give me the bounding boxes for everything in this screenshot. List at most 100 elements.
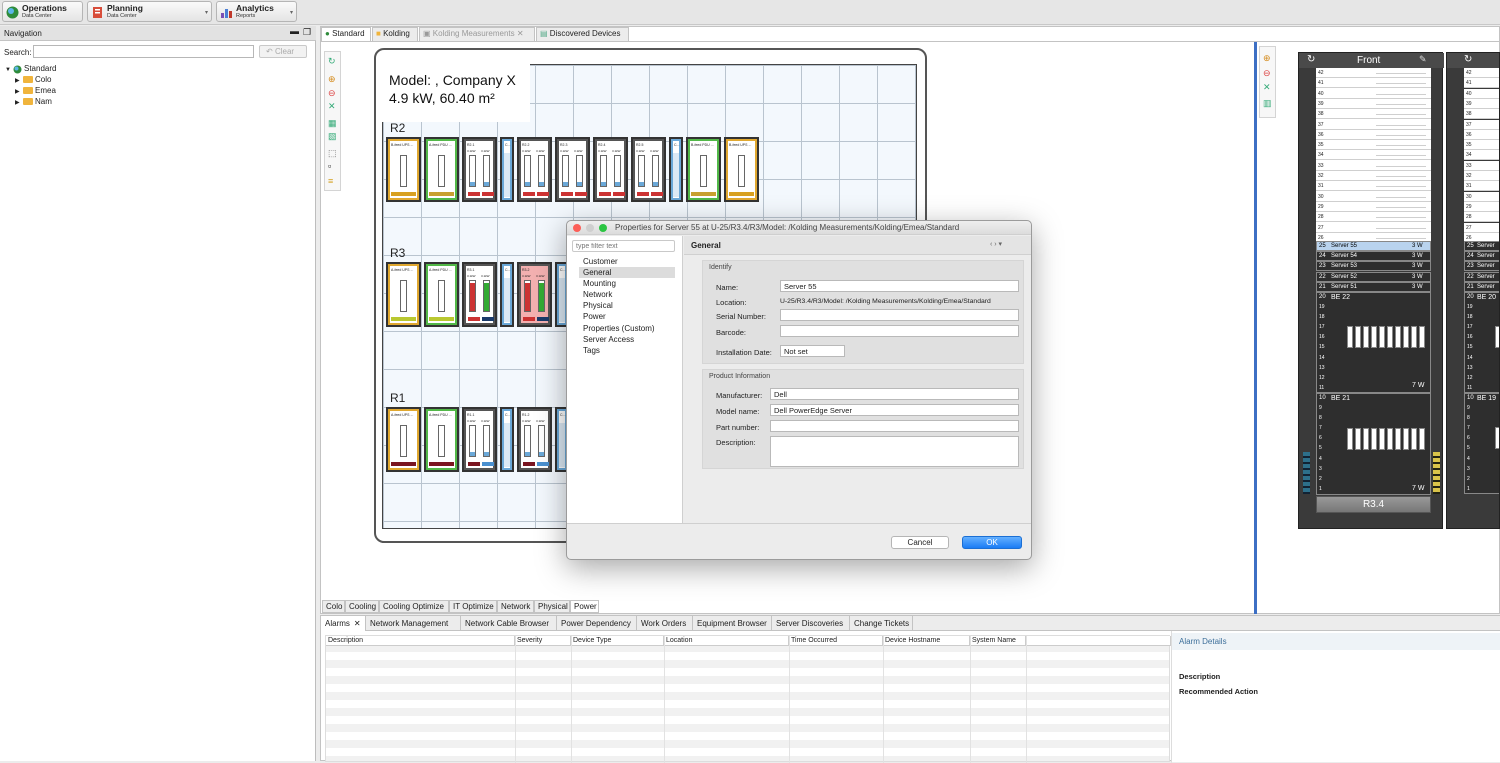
installation-date-field[interactable]: Not set — [780, 345, 845, 357]
rack-unit[interactable]: 41 — [1464, 78, 1499, 89]
view-tab-cooling[interactable]: Cooling — [345, 600, 379, 613]
expand-icon[interactable]: ▶ — [15, 100, 20, 106]
rack-server[interactable]: 25 Server — [1464, 241, 1499, 251]
bottom-tab-power-dependency[interactable]: Power Dependency — [557, 616, 637, 631]
floor-rack[interactable]: C... — [500, 137, 514, 202]
floor-rack[interactable]: R3.2 3.1kW 3.1kW — [517, 262, 552, 327]
rack-server[interactable]: 24 Server — [1464, 251, 1499, 262]
rack-unit[interactable]: 35 — [1464, 140, 1499, 151]
tab-kolding-measurements[interactable]: ▣ Kolding Measurements ✕ — [419, 27, 535, 41]
chevron-down-icon[interactable]: ▾ — [205, 9, 208, 16]
rack-unit[interactable]: 38 — [1464, 109, 1499, 120]
tree-item-nam[interactable]: ▶ Nam — [15, 97, 52, 108]
rotate-icon[interactable]: ↻ — [1307, 54, 1315, 65]
floor-rack[interactable]: R2.2 3.1kW 3.1kW — [517, 137, 552, 202]
rack-unit[interactable]: 32 — [1464, 171, 1499, 181]
grid-icon[interactable]: ▥ — [1263, 98, 1272, 109]
rack-unit[interactable]: 34 — [1464, 150, 1499, 161]
category-customer[interactable]: Customer — [583, 257, 618, 266]
bottom-tab-server-discoveries[interactable]: Server Discoveries — [772, 616, 850, 631]
rack-unit[interactable]: 36 — [1464, 129, 1499, 140]
grid-icon[interactable]: ▦ — [328, 118, 337, 129]
tab-standard[interactable]: ● Standard — [321, 27, 371, 41]
nav-arrows-icon[interactable]: ‹ › ▾ — [990, 240, 1002, 248]
rack-unit[interactable]: 39 — [1316, 99, 1431, 109]
floor-rack[interactable]: B-feed UPS ... — [386, 137, 421, 202]
shape-icon[interactable]: ▫ — [328, 161, 331, 171]
floor-rack[interactable]: R1.1 3.1kW 3.1kW — [462, 407, 497, 472]
rack-unit[interactable]: 27 — [1464, 222, 1499, 233]
expand-icon[interactable]: ▼ — [5, 67, 11, 73]
bottom-tab-equipment-browser[interactable]: Equipment Browser — [693, 616, 772, 631]
rack-unit[interactable]: 38 — [1316, 109, 1431, 120]
perspective-planning[interactable]: Planning Data Center ▾ — [87, 1, 212, 22]
rack-unit[interactable]: 30 — [1316, 192, 1431, 202]
description-field[interactable] — [770, 436, 1019, 467]
barcode-field[interactable] — [780, 325, 1019, 337]
rack-unit[interactable]: 40 — [1464, 88, 1499, 99]
rack-unit[interactable]: 27 — [1316, 223, 1431, 233]
category-server-access[interactable]: Server Access — [583, 335, 634, 344]
floor-rack[interactable]: A-feed PDU ... — [424, 407, 459, 472]
category-tags[interactable]: Tags — [583, 346, 600, 355]
tab-kolding[interactable]: ■ Kolding — [372, 27, 418, 41]
view-tab-physical[interactable]: Physical — [534, 600, 570, 613]
close-icon[interactable]: ✕ — [354, 619, 361, 628]
category-general[interactable]: General — [583, 268, 611, 277]
rack-unit[interactable]: 34 — [1316, 150, 1431, 161]
tab-discovered-devices[interactable]: ▤ Discovered Devices — [536, 27, 629, 41]
column-header-device-hostname[interactable]: Device Hostname — [883, 636, 970, 646]
rack-server[interactable]: 22 Server — [1464, 271, 1499, 282]
floor-rack[interactable]: R1.2 3.1kW 3.1kW — [517, 407, 552, 472]
floor-rack[interactable]: R2.3 3.1kW 3.1kW — [555, 137, 590, 202]
rack-unit[interactable]: 40 — [1316, 89, 1431, 99]
rack-unit[interactable]: 31 — [1464, 181, 1499, 192]
floor-rack[interactable]: B-feed PDU ... — [686, 137, 721, 202]
rack-unit[interactable]: 30 — [1464, 191, 1499, 202]
rack-unit[interactable]: 42 — [1464, 68, 1499, 78]
rack-unit[interactable]: 33 — [1316, 161, 1431, 171]
view-tab-it-optimize[interactable]: IT Optimize — [449, 600, 497, 613]
zoom-out-icon[interactable]: ⊖ — [328, 88, 336, 99]
manufacturer-field[interactable]: Dell — [770, 388, 1019, 400]
blade-enclosure[interactable]: 10 BE 19 9 8 7 6 5 4 3 2 1 — [1464, 393, 1499, 494]
tree-item-colo[interactable]: ▶ Colo — [15, 75, 51, 86]
rack-unit[interactable]: 33 — [1464, 160, 1499, 171]
rack-unit[interactable]: 28 — [1464, 212, 1499, 223]
serial-number-field[interactable] — [780, 309, 1019, 321]
rack-server[interactable]: 21 Server 51 3 W — [1316, 281, 1431, 292]
tree-item-standard[interactable]: ▼ Standard — [5, 64, 56, 75]
floor-rack[interactable]: R3.1 3.1kW 3.1kW — [462, 262, 497, 327]
chevron-down-icon[interactable]: ▾ — [290, 9, 293, 16]
rack-server[interactable]: 25 Server 55 3 W — [1316, 241, 1431, 251]
blade-enclosure[interactable]: 20 BE 20 19 18 17 16 15 14 13 12 11 — [1464, 292, 1499, 393]
name-field[interactable]: Server 55 — [780, 280, 1019, 292]
rack-unit[interactable]: 39 — [1464, 98, 1499, 109]
rack-unit[interactable]: 37 — [1316, 120, 1431, 130]
rack-unit[interactable]: 41 — [1316, 78, 1431, 89]
rack-server[interactable]: 23 Server 53 3 W — [1316, 261, 1431, 272]
expand-icon[interactable]: ▶ — [15, 89, 20, 95]
splitter[interactable] — [1254, 42, 1257, 614]
rack-server[interactable]: 23 Server — [1464, 261, 1499, 272]
bottom-tab-alarms[interactable]: Alarms ✕ — [321, 616, 366, 631]
cancel-button[interactable]: Cancel — [891, 536, 949, 549]
rack-unit[interactable]: 29 — [1316, 202, 1431, 212]
rotate-icon[interactable]: ↻ — [1464, 54, 1472, 65]
rack-elevation[interactable]: ↻ Front ✎ 42 41 40 39 38 37 36 35 34 33 32 31 30 29 28… — [1298, 52, 1444, 529]
floor-rack[interactable]: B-feed UPS ... — [724, 137, 759, 202]
floor-rack[interactable]: A-feed UPS ... — [386, 407, 421, 472]
category-physical[interactable]: Physical — [583, 301, 613, 310]
floor-rack[interactable]: R2.1 3.1kW 3.1kW — [462, 137, 497, 202]
category-mounting[interactable]: Mounting — [583, 279, 616, 288]
export-icon[interactable]: ▧ — [328, 131, 337, 142]
rack-server[interactable]: 24 Server 54 3 W — [1316, 251, 1431, 262]
perspective-operations[interactable]: Operations Data Center — [2, 1, 83, 22]
floor-rack[interactable]: R2.4 3.1kW 3.1kW — [593, 137, 628, 202]
zoom-in-icon[interactable]: ⊕ — [328, 74, 336, 85]
bottom-tab-network-management[interactable]: Network Management — [366, 616, 461, 631]
view-tab-colo[interactable]: Colo — [322, 600, 345, 613]
category-power[interactable]: Power — [583, 312, 606, 321]
bottom-tab-work-orders[interactable]: Work Orders — [637, 616, 693, 631]
part-number-field[interactable] — [770, 420, 1019, 432]
